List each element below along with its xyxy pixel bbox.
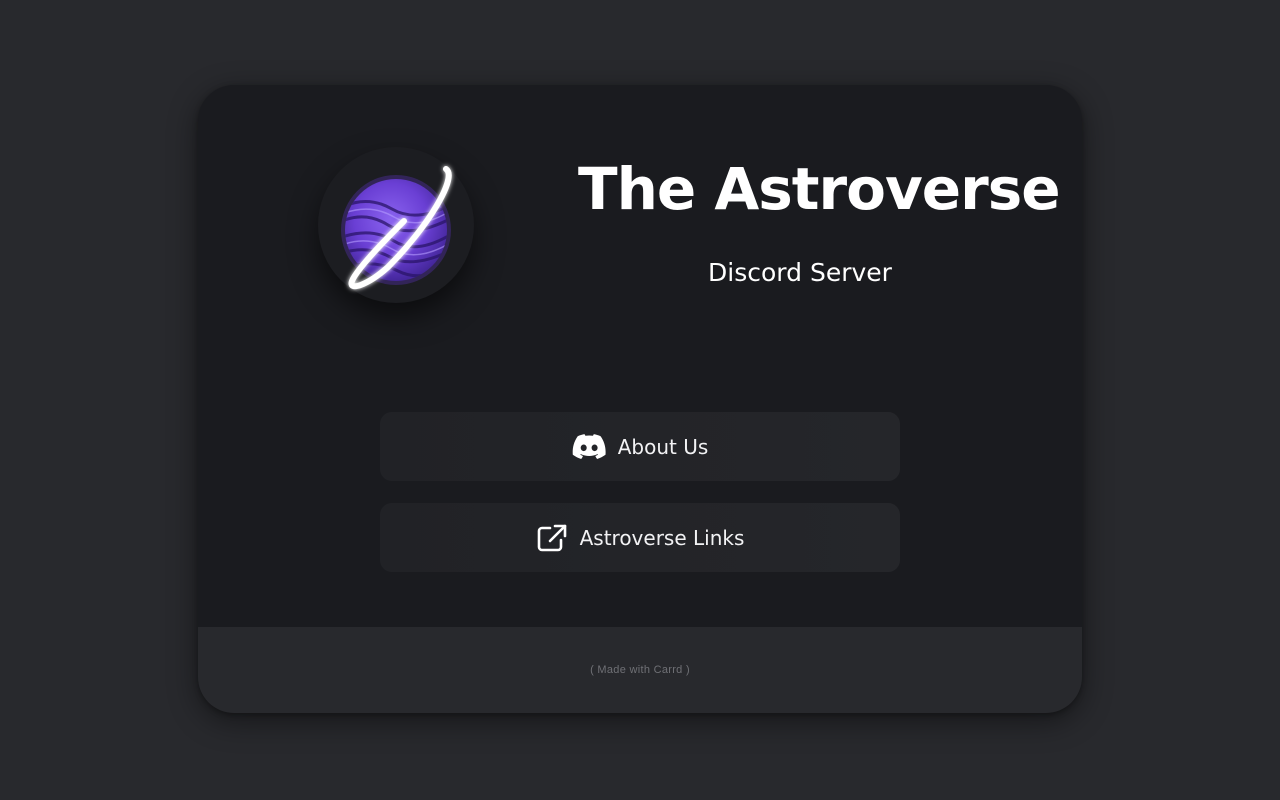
page-subtitle: Discord Server (708, 258, 892, 287)
footer: ( Made with Carrd ) (198, 627, 1082, 713)
page-title: The Astroverse (578, 155, 1061, 223)
discord-icon (572, 433, 606, 460)
main-card: The Astroverse Discord Server About Us A… (198, 85, 1082, 713)
about-us-label: About Us (617, 434, 709, 459)
astroverse-links-label: Astroverse Links (579, 525, 745, 550)
external-link-icon (536, 524, 568, 552)
about-us-button[interactable]: About Us (380, 412, 900, 481)
made-with-carrd-link[interactable]: ( Made with Carrd ) (590, 664, 690, 676)
hero-section: The Astroverse Discord Server About Us A… (198, 85, 1082, 627)
astroverse-links-button[interactable]: Astroverse Links (380, 503, 900, 572)
planet-ring-icon (341, 166, 452, 290)
logo (318, 147, 474, 303)
